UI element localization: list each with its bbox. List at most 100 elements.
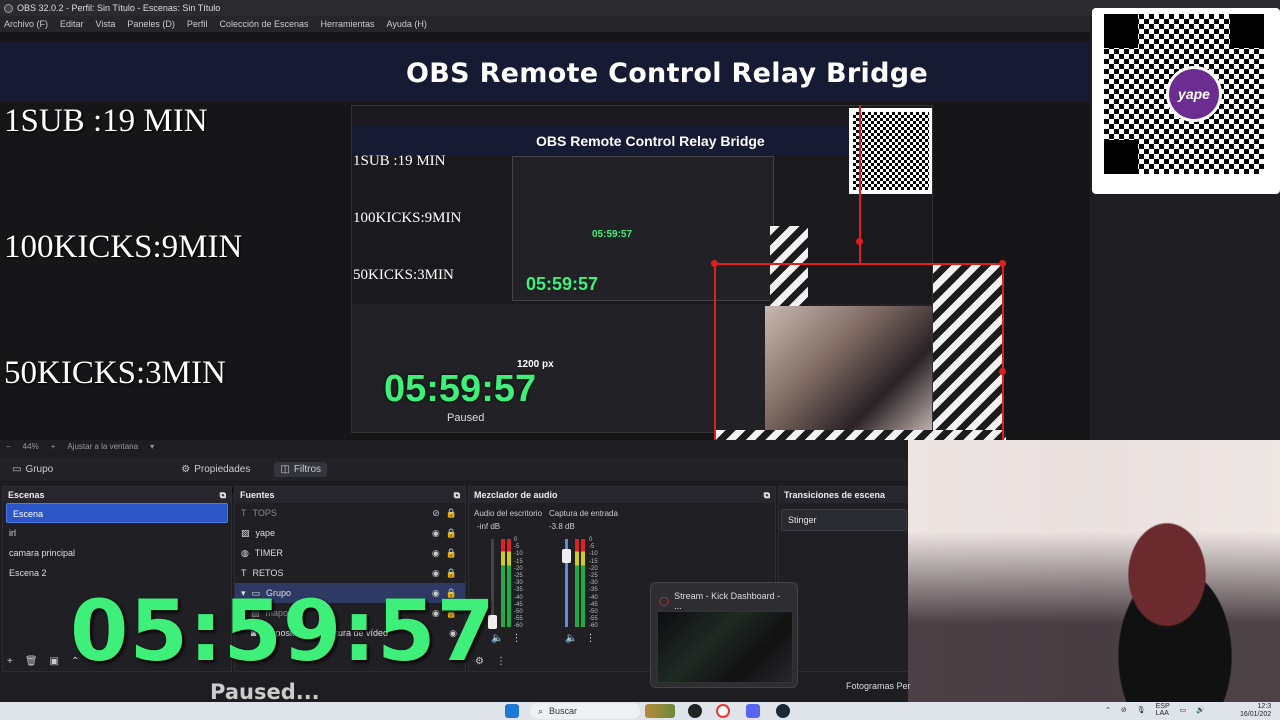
db-tick: -30 bbox=[514, 580, 523, 587]
properties-button[interactable]: ⚙ Propiedades bbox=[175, 462, 256, 477]
source-item[interactable]: ▨ yape ◉ 🔒 bbox=[235, 523, 465, 543]
volume-knob-input[interactable] bbox=[562, 549, 571, 563]
eye-hidden-icon[interactable]: ⊘ bbox=[432, 508, 440, 519]
microphone-icon[interactable]: 🎙 bbox=[1137, 706, 1146, 714]
db-tick: -35 bbox=[589, 587, 598, 594]
hidden-tray-icon[interactable]: ⊘ bbox=[1121, 706, 1127, 714]
kebab-menu-icon[interactable]: ⋮ bbox=[496, 656, 506, 667]
monitor-icon[interactable]: ▭ bbox=[1180, 706, 1187, 714]
scene-item[interactable]: Escena 2 bbox=[3, 563, 231, 583]
source-toolbar: ▭ Grupo ⚙ Propiedades ◫ Filtros bbox=[0, 458, 910, 480]
scene-list: Escena irl camara principal Escena 2 bbox=[3, 503, 231, 583]
scene-item[interactable]: camara principal bbox=[3, 543, 231, 563]
lock-icon[interactable]: 🔒 bbox=[446, 508, 457, 519]
remove-scene-icon[interactable]: 🗑 bbox=[25, 656, 38, 667]
zoom-fit-label[interactable]: Ajustar a la ventana bbox=[67, 442, 138, 451]
kebab-menu-icon[interactable]: ⋮ bbox=[511, 633, 521, 644]
selection-handle[interactable] bbox=[999, 260, 1006, 267]
scene-filter-icon[interactable]: ▣ bbox=[50, 656, 59, 667]
source-item[interactable]: T RETOS ◉ 🔒 bbox=[235, 563, 465, 583]
dock-undock-icon[interactable]: ⧉ bbox=[454, 490, 460, 500]
db-scale: 0 -5 -10 -15 -20 -25 -30 -35 -40 -45 -50… bbox=[514, 537, 523, 631]
db-tick: -35 bbox=[514, 587, 523, 594]
lock-icon[interactable]: 🔒 bbox=[446, 568, 457, 579]
transition-select[interactable]: Stinger bbox=[781, 509, 907, 531]
taskbar-clock[interactable]: 12:3 16/01/202 bbox=[1240, 703, 1271, 719]
group-indicator: ▭ Grupo bbox=[6, 462, 59, 477]
menu-ayuda[interactable]: Ayuda (H) bbox=[387, 19, 427, 29]
nested-inner-timer: 05:59:57 bbox=[526, 274, 599, 294]
scene-item[interactable]: Escena bbox=[6, 503, 228, 523]
nested-line: 1SUB :19 MIN bbox=[353, 153, 446, 169]
timer-display: 05:59:57 bbox=[70, 582, 496, 680]
source-item[interactable]: ◍ TIMER ◉ 🔒 bbox=[235, 543, 465, 563]
steam-taskbar-icon[interactable] bbox=[776, 704, 790, 718]
obs-taskbar-icon[interactable] bbox=[688, 704, 702, 718]
nested-banner-title: OBS Remote Control Relay Bridge bbox=[536, 133, 765, 149]
timer-status: Paused... bbox=[210, 680, 320, 704]
taskbar-search[interactable]: ⌕ Buscar bbox=[530, 703, 640, 719]
lang-line2: LAA bbox=[1155, 710, 1169, 717]
eye-icon[interactable]: ◉ bbox=[432, 548, 440, 559]
transitions-title: Transiciones de escena bbox=[784, 490, 886, 500]
db-tick: -15 bbox=[514, 558, 523, 565]
volume-icon[interactable]: 🔊 bbox=[1196, 706, 1205, 714]
chevron-down-icon[interactable]: ▾ bbox=[150, 442, 154, 451]
speaker-icon[interactable]: 🔈 bbox=[565, 633, 577, 644]
lock-icon[interactable]: 🔒 bbox=[446, 548, 457, 559]
source-label: TOPS bbox=[252, 508, 277, 518]
language-indicator[interactable]: ESP LAA bbox=[1156, 703, 1170, 717]
overlay-goal-lines: 1SUB :19 MIN 100KICKS:9MIN 50KICKS:3MIN … bbox=[4, 16, 330, 562]
search-placeholder: Buscar bbox=[549, 706, 578, 716]
dock-undock-icon[interactable]: ⧉ bbox=[764, 490, 770, 500]
zoom-minus-icon[interactable]: − bbox=[6, 442, 11, 451]
selection-handle[interactable] bbox=[999, 368, 1006, 375]
opera-taskbar-icon[interactable] bbox=[716, 704, 730, 718]
scene-item[interactable]: irl bbox=[3, 523, 231, 543]
browser-icon: ◍ bbox=[241, 547, 249, 558]
zoom-percent[interactable]: 44% bbox=[23, 442, 39, 451]
clock-date: 16/01/202 bbox=[1240, 711, 1272, 718]
eye-icon[interactable]: ◉ bbox=[432, 528, 440, 539]
selection-border-line bbox=[714, 263, 716, 440]
db-tick: 0 bbox=[514, 537, 518, 543]
nested-webcam bbox=[765, 306, 932, 432]
db-tick: -25 bbox=[514, 573, 523, 580]
db-tick: -40 bbox=[589, 594, 598, 601]
overlay-line: 50KICKS:3MIN bbox=[4, 355, 226, 391]
selection-handle[interactable] bbox=[711, 260, 718, 267]
overlay-line: 100KICKS:9MIN bbox=[4, 229, 243, 265]
chevron-up-icon[interactable]: ⌃ bbox=[1105, 706, 1111, 714]
image-icon: ▨ bbox=[241, 527, 250, 538]
properties-label: Propiedades bbox=[194, 463, 251, 475]
dock-undock-icon[interactable]: ⧉ bbox=[220, 490, 226, 500]
group-label: Grupo bbox=[25, 463, 54, 475]
input-audio-controls: 🔈 ⋮ bbox=[565, 633, 595, 644]
db-tick: -20 bbox=[589, 565, 598, 572]
popup-title: Stream - Kick Dashboard - ... bbox=[674, 591, 781, 611]
db-tick: -20 bbox=[514, 565, 523, 572]
db-tick: -50 bbox=[589, 609, 598, 616]
popup-thumbnail[interactable] bbox=[657, 611, 793, 683]
opera-icon: ◯ bbox=[659, 595, 670, 606]
eye-icon[interactable]: ◉ bbox=[432, 568, 440, 579]
lock-icon[interactable]: 🔒 bbox=[446, 528, 457, 539]
scenes-title: Escenas bbox=[8, 490, 45, 500]
widget-icon[interactable] bbox=[645, 704, 675, 718]
mixer-channel-input-db: -3.8 dB bbox=[549, 522, 575, 531]
windows-start-icon[interactable] bbox=[505, 704, 519, 718]
zoom-plus-icon[interactable]: + bbox=[51, 442, 56, 451]
discord-taskbar-icon[interactable] bbox=[746, 704, 760, 718]
selection-handle[interactable] bbox=[856, 238, 863, 245]
taskbar-preview-popup[interactable]: ◯ Stream - Kick Dashboard - ... bbox=[650, 582, 798, 688]
add-scene-icon[interactable]: + bbox=[7, 656, 13, 667]
db-tick: -50 bbox=[514, 609, 523, 616]
mixer-title: Mezclador de audio bbox=[474, 490, 558, 500]
kebab-menu-icon[interactable]: ⋮ bbox=[585, 633, 595, 644]
clock-time: 12:3 bbox=[1257, 703, 1272, 710]
source-item[interactable]: T TOPS ⊘ 🔒 bbox=[235, 503, 465, 523]
db-scale: 0 -5 -10 -15 -20 -25 -30 -35 -40 -45 -50… bbox=[589, 537, 598, 631]
level-meter bbox=[501, 539, 505, 627]
text-icon: T bbox=[241, 568, 247, 578]
filters-button[interactable]: ◫ Filtros bbox=[274, 461, 328, 477]
